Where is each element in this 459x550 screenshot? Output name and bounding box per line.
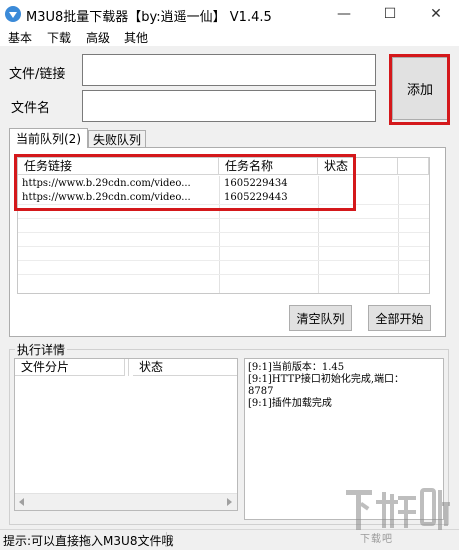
column-file-segment[interactable]: 文件分片 <box>15 359 125 376</box>
column-divider <box>126 359 129 376</box>
close-icon[interactable]: ✕ <box>413 0 459 28</box>
app-download-icon <box>5 6 21 22</box>
filename-label: 文件名 <box>11 101 51 116</box>
file-link-input[interactable] <box>82 54 376 86</box>
menu-other[interactable]: 其他 <box>122 28 150 47</box>
start-all-button[interactable]: 全部开始 <box>368 305 431 331</box>
row-divider <box>18 260 429 261</box>
file-segment-list[interactable]: 文件分片 状态 <box>14 358 238 511</box>
status-divider <box>166 532 167 547</box>
window-title: M3U8批量下载器【by:逍遥一仙】 V1.4.5 <box>26 10 272 25</box>
watermark-text: 下载吧 <box>360 534 393 545</box>
tab-current-queue[interactable]: 当前队列(2) <box>9 128 88 148</box>
menu-download[interactable]: 下载 <box>45 28 73 47</box>
log-line: [9:1]HTTP接口初始化完成,端口： <box>248 374 405 385</box>
row-divider <box>18 218 429 219</box>
queue-rows-highlight <box>14 154 356 211</box>
log-line: [9:1]插件加载完成 <box>248 398 332 409</box>
horizontal-scrollbar[interactable] <box>15 493 237 510</box>
watermark-logo-glyphs <box>346 488 450 530</box>
column-filler <box>398 158 429 175</box>
row-divider <box>18 246 429 247</box>
filename-input[interactable] <box>82 90 376 122</box>
row-divider <box>18 274 429 275</box>
column-segment-status[interactable]: 状态 <box>133 359 237 376</box>
file-link-label: 文件/链接 <box>9 67 66 82</box>
watermark-logo: 下载吧 <box>340 482 455 547</box>
clear-queue-button[interactable]: 清空队列 <box>289 305 352 331</box>
maximize-icon[interactable]: ☐ <box>367 0 413 28</box>
status-hint: 提示:可以直接拖入M3U8文件哦 <box>3 534 174 548</box>
log-line: [9:1]当前版本：1.45 <box>248 362 345 373</box>
execution-details-title: 执行详情 <box>15 341 68 358</box>
minimize-icon[interactable]: — <box>321 0 367 28</box>
add-button-highlight <box>389 54 450 125</box>
menu-basic[interactable]: 基本 <box>6 28 34 47</box>
row-divider <box>18 232 429 233</box>
tab-failed-queue[interactable]: 失败队列 <box>88 130 146 147</box>
scroll-right-icon[interactable] <box>227 498 232 506</box>
scroll-left-icon[interactable] <box>19 498 24 506</box>
menu-advanced[interactable]: 高级 <box>84 28 112 47</box>
log-line: 8787 <box>248 386 274 397</box>
